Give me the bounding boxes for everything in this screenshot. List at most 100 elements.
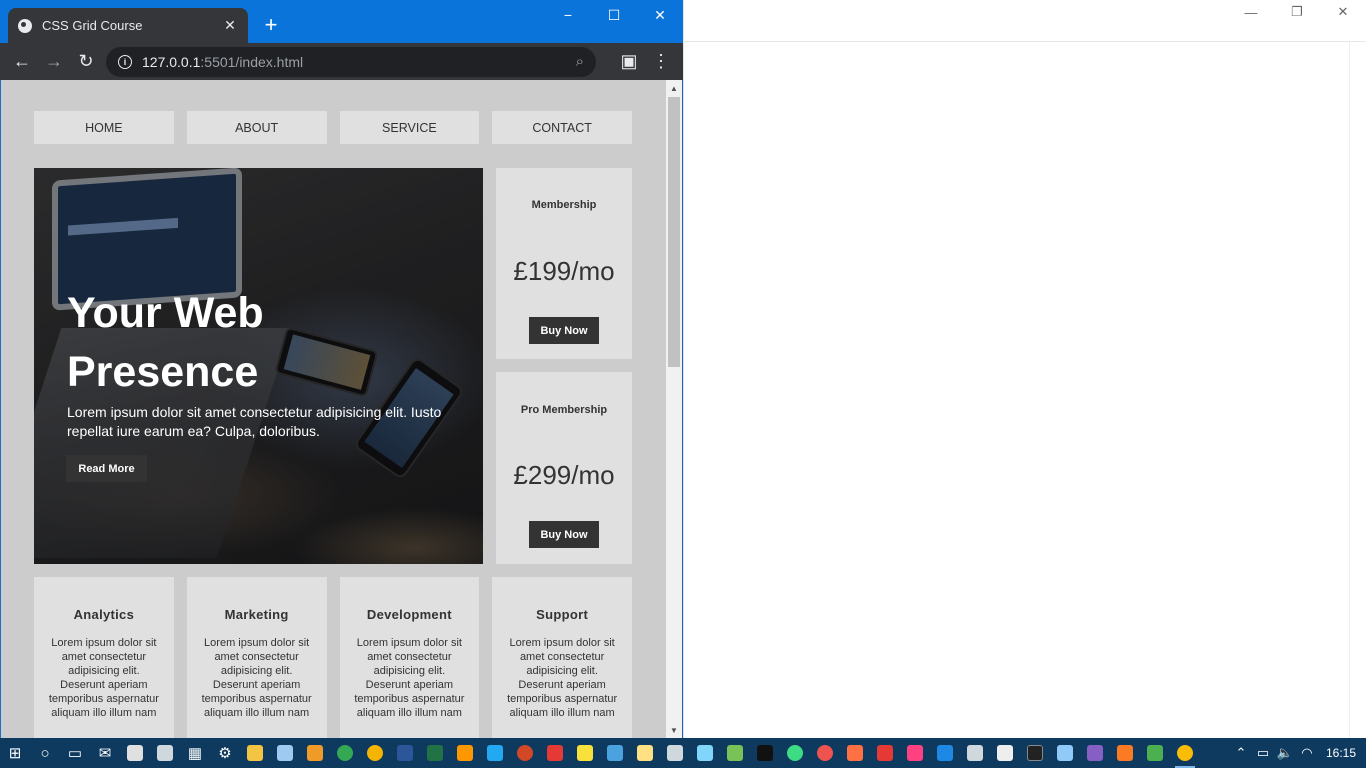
sublime-icon[interactable] bbox=[450, 738, 480, 768]
tab-close-icon[interactable]: ✕ bbox=[222, 17, 238, 34]
app-icon[interactable] bbox=[660, 738, 690, 768]
app-icon[interactable] bbox=[900, 738, 930, 768]
close-icon[interactable]: ✕ bbox=[1320, 0, 1366, 24]
app-icon[interactable] bbox=[780, 738, 810, 768]
browser-window: CSS Grid Course ✕ + − ☐ ✕ ← → ↻ i 127.0.… bbox=[0, 0, 683, 738]
new-tab-button[interactable]: + bbox=[258, 12, 284, 38]
file-explorer-icon[interactable] bbox=[240, 738, 270, 768]
app-icon[interactable] bbox=[810, 738, 840, 768]
page-viewport: HOME ABOUT SERVICE CONTACT Your Web Pres… bbox=[1, 80, 666, 738]
visual-studio-icon[interactable] bbox=[1080, 738, 1110, 768]
nav-contact[interactable]: CONTACT bbox=[492, 111, 632, 144]
nav-service[interactable]: SERVICE bbox=[339, 111, 480, 144]
app-icon[interactable] bbox=[990, 738, 1020, 768]
read-more-button[interactable]: Read More bbox=[66, 455, 147, 482]
back-arrow-icon[interactable]: ← bbox=[6, 46, 38, 78]
xampp-icon[interactable] bbox=[1110, 738, 1140, 768]
powerpoint-icon[interactable] bbox=[510, 738, 540, 768]
pricing-card-pro-membership: Pro Membership £299/mo Buy Now bbox=[496, 372, 632, 564]
minimize-icon[interactable]: — bbox=[1228, 0, 1274, 24]
scroll-down-icon[interactable]: ▼ bbox=[666, 722, 682, 738]
pricing-card-membership: Membership £199/mo Buy Now bbox=[496, 168, 632, 359]
app-icon[interactable] bbox=[600, 738, 630, 768]
maximize-button[interactable]: ☐ bbox=[591, 0, 637, 30]
chrome-icon[interactable] bbox=[330, 738, 360, 768]
start-icon[interactable]: ⊞ bbox=[0, 738, 30, 768]
tab-strip: CSS Grid Course ✕ + − ☐ ✕ bbox=[0, 0, 683, 43]
system-tray: ⌃ ▭ 🔈 ◠ 16:15 bbox=[1230, 738, 1366, 768]
app-icon[interactable] bbox=[1050, 738, 1080, 768]
camera-icon[interactable] bbox=[150, 738, 180, 768]
buy-now-button[interactable]: Buy Now bbox=[529, 521, 599, 548]
scrollbar-thumb[interactable] bbox=[668, 97, 680, 367]
notepad-icon[interactable] bbox=[270, 738, 300, 768]
app-icon[interactable] bbox=[930, 738, 960, 768]
sticky-notes-icon[interactable] bbox=[570, 738, 600, 768]
cortana-icon[interactable]: ○ bbox=[30, 738, 60, 768]
app-icon[interactable] bbox=[960, 738, 990, 768]
wifi-icon[interactable]: ◠ bbox=[1296, 745, 1318, 761]
info-icon[interactable]: i bbox=[118, 54, 132, 69]
divider bbox=[684, 41, 1366, 42]
service-card: Development Lorem ipsum dolor sit amet c… bbox=[339, 577, 480, 738]
forward-arrow-icon[interactable]: → bbox=[38, 46, 70, 78]
restore-icon[interactable]: ❐ bbox=[1274, 0, 1320, 24]
service-card: Analytics Lorem ipsum dolor sit amet con… bbox=[34, 577, 174, 738]
chevron-up-icon[interactable]: ⌃ bbox=[1230, 745, 1252, 761]
service-card: Support Lorem ipsum dolor sit amet conse… bbox=[492, 577, 632, 738]
app-icon[interactable] bbox=[690, 738, 720, 768]
app-icon[interactable] bbox=[870, 738, 900, 768]
terminal-icon[interactable] bbox=[1020, 738, 1050, 768]
nav-about[interactable]: ABOUT bbox=[186, 111, 327, 144]
profile-icon[interactable]: ▣ bbox=[613, 46, 645, 78]
word-icon[interactable] bbox=[390, 738, 420, 768]
background-scrollbar[interactable] bbox=[1349, 42, 1366, 738]
task-view-icon[interactable]: ▭ bbox=[60, 738, 90, 768]
git-icon[interactable] bbox=[1140, 738, 1170, 768]
vscode-icon[interactable] bbox=[480, 738, 510, 768]
settings-icon[interactable]: ⚙ bbox=[210, 738, 240, 768]
service-title: Analytics bbox=[73, 607, 135, 622]
intellij-icon[interactable] bbox=[750, 738, 780, 768]
browser-toolbar: ← → ↻ i 127.0.0.1:5501/index.html ⌕ ▣ ⋮ bbox=[0, 43, 683, 80]
url-path: :5501/index.html bbox=[200, 53, 304, 70]
reload-icon[interactable]: ↻ bbox=[70, 46, 102, 78]
minimize-button[interactable]: − bbox=[545, 0, 591, 30]
acrobat-icon[interactable] bbox=[540, 738, 570, 768]
address-bar[interactable]: i 127.0.0.1:5501/index.html ⌕ bbox=[106, 46, 596, 77]
globe-icon bbox=[18, 18, 32, 33]
menu-dots-icon[interactable]: ⋮ bbox=[645, 46, 677, 78]
page-scrollbar[interactable]: ▲ ▼ bbox=[666, 80, 682, 738]
pricing-price: £299/mo bbox=[513, 460, 615, 490]
mail-icon[interactable]: ✉ bbox=[90, 738, 120, 768]
service-title: Marketing bbox=[224, 607, 289, 622]
volume-icon[interactable]: 🔈 bbox=[1274, 745, 1296, 761]
pricing-label: Pro Membership bbox=[520, 404, 608, 416]
chrome-active-icon[interactable] bbox=[1170, 738, 1200, 768]
calculator-icon[interactable]: ▦ bbox=[180, 738, 210, 768]
battery-icon[interactable]: ▭ bbox=[1252, 745, 1274, 761]
hero-text: Lorem ipsum dolor sit amet consectetur a… bbox=[67, 404, 442, 439]
buy-now-button[interactable]: Buy Now bbox=[529, 317, 599, 344]
close-button[interactable]: ✕ bbox=[637, 0, 683, 30]
app-icon[interactable] bbox=[630, 738, 660, 768]
service-text: Lorem ipsum dolor sit amet consectetur a… bbox=[48, 637, 159, 719]
chrome-canary-icon[interactable] bbox=[360, 738, 390, 768]
clock[interactable]: 16:15 bbox=[1318, 746, 1366, 760]
nav-home[interactable]: HOME bbox=[34, 111, 174, 144]
main-nav: HOME ABOUT SERVICE CONTACT bbox=[34, 111, 632, 144]
taskbar: ⊞ ○ ▭ ✉ ▦ ⚙ ⌃ ▭ 🔈 ◠ 16:15 bbox=[0, 738, 1366, 768]
background-window-controls: — ❐ ✕ bbox=[1228, 0, 1366, 24]
background-window: — ❐ ✕ bbox=[683, 0, 1366, 738]
media-player-icon[interactable] bbox=[300, 738, 330, 768]
pricing-label: Membership bbox=[531, 199, 597, 211]
photos-icon[interactable] bbox=[120, 738, 150, 768]
browser-tab[interactable]: CSS Grid Course ✕ bbox=[8, 8, 248, 43]
excel-icon[interactable] bbox=[420, 738, 450, 768]
hero-title: Your Web Presence bbox=[67, 289, 264, 396]
zoom-icon[interactable]: ⌕ bbox=[576, 53, 584, 70]
service-text: Lorem ipsum dolor sit amet consectetur a… bbox=[507, 637, 618, 719]
scroll-up-icon[interactable]: ▲ bbox=[666, 80, 682, 96]
android-studio-icon[interactable] bbox=[720, 738, 750, 768]
app-icon[interactable] bbox=[840, 738, 870, 768]
